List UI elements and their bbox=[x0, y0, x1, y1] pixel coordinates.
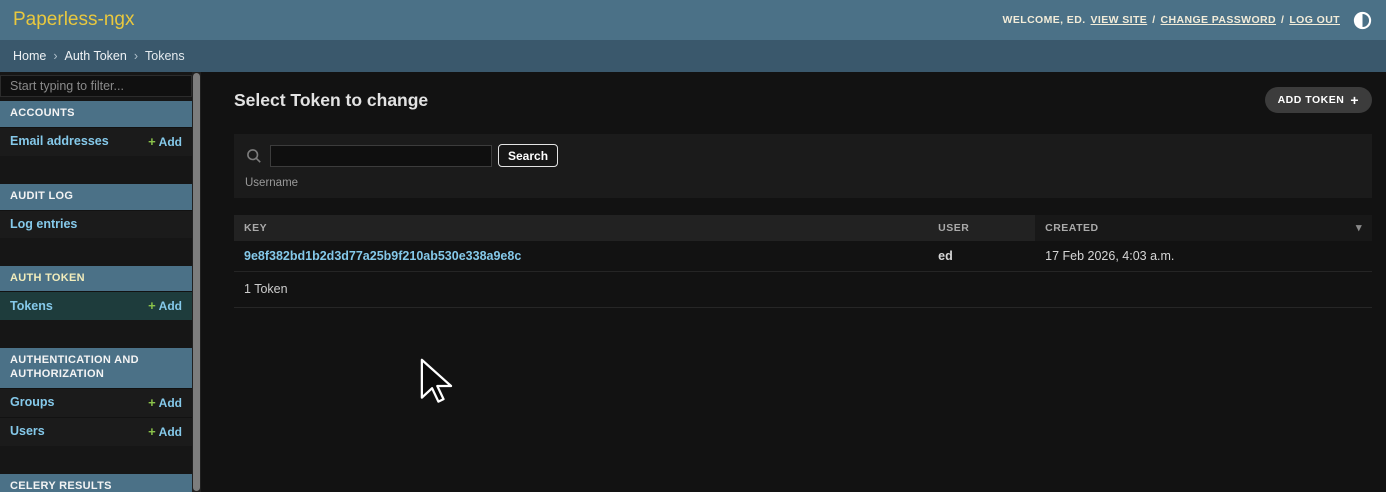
log-entries-link[interactable]: Log entries bbox=[10, 217, 77, 231]
nav-section-title: AUDIT LOG bbox=[0, 184, 192, 210]
add-token-button[interactable]: ADD TOKEN+ bbox=[1265, 87, 1372, 113]
plus-icon: + bbox=[148, 134, 156, 149]
email-addresses-link[interactable]: Email addresses bbox=[10, 134, 109, 148]
column-header-created[interactable]: CREATED ▾ bbox=[1035, 215, 1372, 241]
plus-icon: + bbox=[148, 395, 156, 410]
theme-toggle-icon bbox=[1353, 11, 1372, 30]
search-button[interactable]: Search bbox=[498, 144, 558, 167]
sort-caret-icon[interactable]: ▾ bbox=[1356, 221, 1362, 234]
search-module: Search Username bbox=[234, 134, 1372, 198]
change-password-link[interactable]: CHANGE PASSWORD bbox=[1161, 14, 1276, 26]
sidebar-item-tokens[interactable]: Tokens +Add bbox=[0, 291, 192, 320]
add-user-link[interactable]: +Add bbox=[148, 424, 182, 439]
search-field-label: Username bbox=[245, 177, 1362, 189]
breadcrumb: Home › Auth Token › Tokens bbox=[0, 40, 1386, 72]
sidebar-scrollbar[interactable] bbox=[192, 72, 201, 492]
groups-link[interactable]: Groups bbox=[10, 395, 54, 409]
token-key-cell: 9e8f382bd1b2d3d77a25b9f210ab530e338a9e8c bbox=[234, 241, 928, 272]
search-input[interactable] bbox=[270, 145, 492, 167]
view-site-link[interactable]: VIEW SITE bbox=[1091, 14, 1148, 26]
nav-section-title: CELERY RESULTS bbox=[0, 474, 192, 492]
sidebar-scrollbar-thumb[interactable] bbox=[193, 73, 200, 491]
token-created-cell: 17 Feb 2026, 4:03 a.m. bbox=[1035, 241, 1372, 272]
nav-section-authentication: AUTHENTICATION AND AUTHORIZATION Groups … bbox=[0, 348, 192, 446]
nav-section-title: AUTHENTICATION AND AUTHORIZATION bbox=[0, 348, 192, 388]
sidebar-item-log-entries[interactable]: Log entries bbox=[0, 210, 192, 238]
token-user-cell: ed bbox=[928, 241, 1035, 272]
users-link[interactable]: Users bbox=[10, 424, 45, 438]
breadcrumb-separator: › bbox=[53, 49, 57, 63]
plus-icon: + bbox=[148, 298, 156, 313]
nav-section-audit-log: AUDIT LOG Log entries bbox=[0, 184, 192, 238]
breadcrumb-auth-token[interactable]: Auth Token bbox=[65, 49, 127, 63]
add-email-address-link[interactable]: +Add bbox=[148, 134, 182, 149]
app-title-link[interactable]: Paperless-ngx bbox=[13, 9, 134, 31]
nav-section-auth-token: AUTH TOKEN Tokens +Add bbox=[0, 266, 192, 321]
search-icon bbox=[246, 148, 262, 164]
sidebar-item-groups[interactable]: Groups +Add bbox=[0, 388, 192, 417]
nav-section-title: AUTH TOKEN bbox=[0, 266, 192, 292]
add-group-link[interactable]: +Add bbox=[148, 395, 182, 410]
add-token-link[interactable]: +Add bbox=[148, 298, 182, 313]
link-separator: / bbox=[1152, 14, 1155, 26]
sidebar-nav: ACCOUNTS Email addresses +Add AUDIT LOG … bbox=[0, 72, 192, 492]
column-header-key[interactable]: KEY bbox=[234, 215, 928, 241]
breadcrumb-current: Tokens bbox=[145, 49, 185, 63]
tokens-table: KEY USER CREATED ▾ 9e8f382bd1b2d3d77a25b… bbox=[234, 215, 1372, 272]
main-content: Select Token to change ADD TOKEN+ Search… bbox=[201, 72, 1386, 492]
column-header-user[interactable]: USER bbox=[928, 215, 1035, 241]
tokens-link[interactable]: Tokens bbox=[10, 299, 53, 313]
plus-icon: + bbox=[1350, 95, 1359, 105]
welcome-text: WELCOME, ED. bbox=[1003, 14, 1086, 26]
page-title: Select Token to change bbox=[234, 90, 428, 111]
user-tools: WELCOME, ED. VIEW SITE / CHANGE PASSWORD… bbox=[1003, 11, 1372, 30]
sidebar-item-users[interactable]: Users +Add bbox=[0, 417, 192, 446]
plus-icon: + bbox=[148, 424, 156, 439]
table-header-row: KEY USER CREATED ▾ bbox=[234, 215, 1372, 241]
token-key-link[interactable]: 9e8f382bd1b2d3d77a25b9f210ab530e338a9e8c bbox=[244, 249, 521, 263]
breadcrumb-separator: › bbox=[134, 49, 138, 63]
log-out-link[interactable]: LOG OUT bbox=[1289, 14, 1340, 26]
sidebar-filter-input[interactable] bbox=[0, 75, 192, 97]
table-row: 9e8f382bd1b2d3d77a25b9f210ab530e338a9e8c… bbox=[234, 241, 1372, 272]
nav-section-accounts: ACCOUNTS Email addresses +Add bbox=[0, 101, 192, 156]
breadcrumb-home[interactable]: Home bbox=[13, 49, 46, 63]
theme-toggle-button[interactable] bbox=[1353, 11, 1372, 30]
link-separator: / bbox=[1281, 14, 1284, 26]
sidebar-item-email-addresses[interactable]: Email addresses +Add bbox=[0, 127, 192, 156]
nav-section-title: ACCOUNTS bbox=[0, 101, 192, 127]
app-header: Paperless-ngx WELCOME, ED. VIEW SITE / C… bbox=[0, 0, 1386, 40]
result-count: 1 Token bbox=[234, 272, 1372, 308]
nav-section-celery-results: CELERY RESULTS bbox=[0, 474, 192, 492]
